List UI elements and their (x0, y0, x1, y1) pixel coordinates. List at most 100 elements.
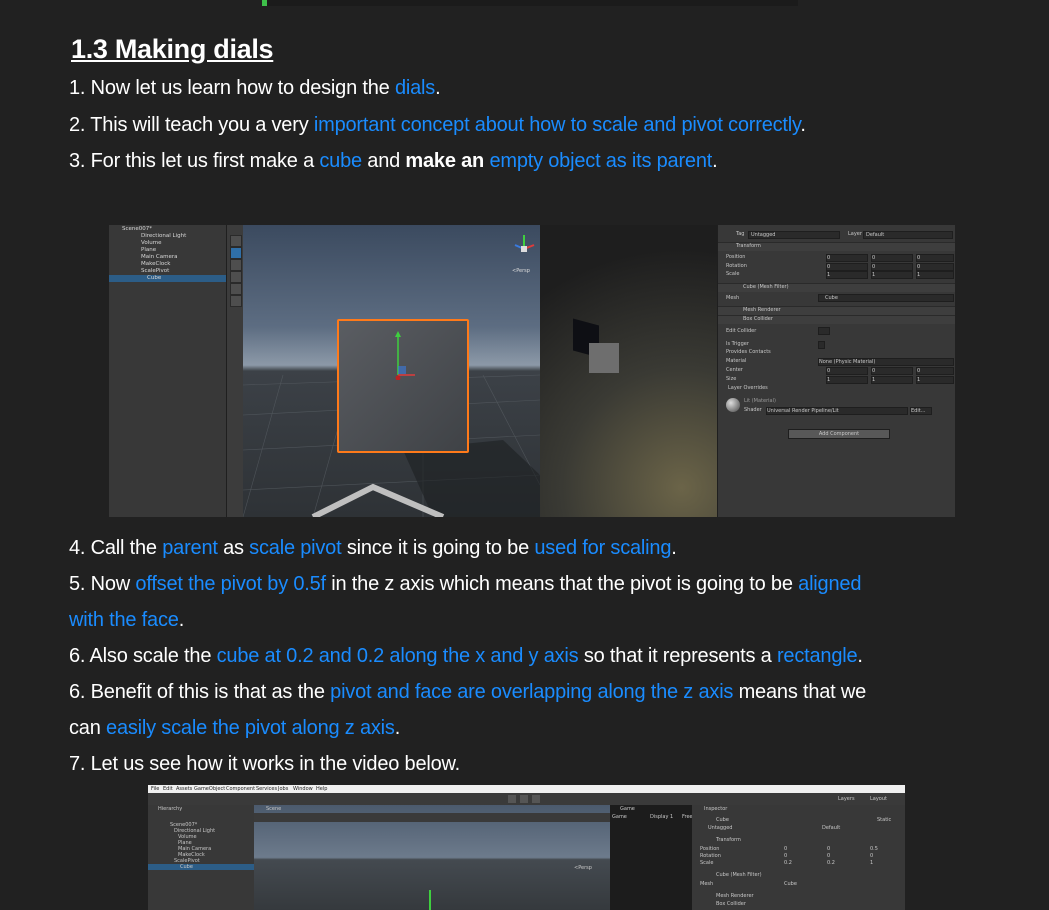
instruction-line-6: 6. Also scale the cube at 0.2 and 0.2 al… (69, 643, 863, 669)
display-dropdown[interactable]: Display 1 (650, 814, 673, 820)
scale-x-field[interactable]: 1 (826, 271, 868, 279)
move-gizmo-icon (429, 890, 431, 910)
instruction-line-5: 5. Now offset the pivot by 0.5f in the z… (69, 571, 861, 597)
highlighted-phrase: empty object as its parent (489, 150, 713, 172)
center-y-field[interactable]: 0 (871, 367, 913, 375)
mesh-field-2[interactable]: Cube (784, 881, 797, 887)
pause-button-icon[interactable] (520, 795, 528, 803)
transform-tool-icon (230, 295, 242, 307)
scale-tool-icon (230, 271, 242, 283)
previous-media-bottom-bar (262, 0, 798, 6)
highlighted-phrase: cube at 0.2 and 0.2 along the x and y ax… (216, 645, 579, 667)
rotation-y-field[interactable]: 0 (827, 853, 830, 859)
text-segment: 4. Call the (69, 537, 163, 559)
rotation-label: Rotation (726, 263, 747, 269)
position-x-field[interactable]: 0 (784, 846, 787, 852)
instruction-line-7: 6. Benefit of this is that as the pivot … (69, 679, 866, 705)
mesh-filter-header-2[interactable]: Cube (Mesh Filter) (716, 872, 762, 878)
hand-tool-icon (230, 235, 242, 247)
mesh-filter-header[interactable]: Cube (Mesh Filter) (718, 283, 955, 292)
hierarchy-tab[interactable]: Hierarchy (158, 806, 182, 812)
text-segment: 6. Also scale the (69, 645, 217, 667)
layer-dropdown[interactable]: Default (863, 231, 953, 239)
scale-z-field[interactable]: 1 (916, 271, 954, 279)
move-gizmo-icon (395, 331, 415, 380)
layers-dropdown[interactable]: Layers (838, 796, 855, 802)
center-z-field[interactable]: 0 (916, 367, 954, 375)
material-sphere-icon (726, 398, 740, 412)
game-dropdown[interactable]: Game (612, 814, 627, 820)
is-trigger-checkbox[interactable] (818, 341, 825, 349)
position-z-field[interactable]: 0.5 (870, 846, 878, 852)
scene-tab[interactable]: Scene (266, 806, 281, 812)
rotation-z-field[interactable]: 0 (916, 263, 954, 271)
text-segment: and (361, 150, 406, 172)
mesh-renderer-header-2[interactable]: Mesh Renderer (716, 893, 754, 899)
progress-indicator (262, 0, 267, 6)
menu-window: Window (293, 786, 313, 792)
size-y-field[interactable]: 1 (871, 376, 913, 384)
inspector-panel-2: Inspector Cube Static Untagged Default T… (692, 805, 905, 910)
text-segment: since it is going to be (341, 537, 535, 559)
scene-view-2: Scene <Persp (254, 805, 610, 910)
layout-dropdown[interactable]: Layout (870, 796, 887, 802)
menu-edit: Edit (163, 786, 173, 792)
scale-z-field[interactable]: 1 (870, 860, 873, 866)
rotation-z-field[interactable]: 0 (870, 853, 873, 859)
material-field[interactable]: None (Physic Material) (818, 358, 954, 366)
layer-overrides-label[interactable]: Layer Overrides (728, 385, 768, 392)
box-collider-header-2[interactable]: Box Collider (716, 901, 746, 907)
text-segment: 7. Let us see how it works in the video … (69, 753, 461, 775)
center-x-field[interactable]: 0 (826, 367, 868, 375)
shader-label: Shader (744, 407, 762, 413)
position-y-field[interactable]: 0 (871, 254, 913, 262)
text-segment: . (394, 717, 401, 739)
mesh-field[interactable]: Cube (818, 294, 954, 302)
orientation-gizmo-icon (514, 235, 535, 252)
game-tab[interactable]: Game (620, 806, 635, 812)
instruction-line-1: 1. Now let us learn how to design the di… (69, 75, 441, 101)
step-button-icon[interactable] (532, 795, 540, 803)
position-z-field[interactable]: 0 (916, 254, 954, 262)
mesh-renderer-header[interactable]: Mesh Renderer (718, 306, 955, 315)
tag-dropdown-2[interactable]: Untagged (708, 825, 732, 831)
play-button-icon[interactable] (508, 795, 516, 803)
instruction-line-4: 4. Call the parent as scale pivot since … (69, 535, 677, 561)
scale-x-field[interactable]: 0.2 (784, 860, 792, 866)
highlighted-phrase: parent (162, 537, 218, 559)
inspector-tab[interactable]: Inspector (704, 806, 727, 812)
highlighted-phrase: cube (319, 150, 362, 172)
transform-header[interactable]: Transform (718, 242, 955, 251)
menu-services: Services (256, 786, 278, 792)
size-z-field[interactable]: 1 (916, 376, 954, 384)
position-y-field[interactable]: 0 (827, 846, 830, 852)
unity-video-screenshot[interactable]: File Edit Assets GameObject Component Se… (148, 785, 905, 910)
hierarchy-item: Scene007* (122, 226, 153, 232)
object-name-field[interactable]: Cube (716, 817, 729, 823)
layer-dropdown-2[interactable]: Default (822, 825, 840, 831)
box-collider-header[interactable]: Box Collider (718, 315, 955, 324)
text-segment: 1. Now let us learn how to design the (69, 77, 395, 99)
edit-shader-button[interactable]: Edit... (910, 407, 932, 415)
size-x-field[interactable]: 1 (826, 376, 868, 384)
text-segment: . (671, 537, 677, 559)
highlighted-phrase: scale pivot (249, 537, 342, 559)
scale-y-field[interactable]: 0.2 (827, 860, 835, 866)
text-segment: in the z axis which means that the pivot… (325, 573, 799, 595)
rotation-x-field[interactable]: 0 (784, 853, 787, 859)
position-x-field[interactable]: 0 (826, 254, 868, 262)
text-segment: 2. This will teach you a very (69, 114, 314, 136)
rotation-y-field[interactable]: 0 (871, 263, 913, 271)
text-segment: . (435, 77, 441, 99)
tag-dropdown[interactable]: Untagged (748, 231, 840, 239)
transform-header-2[interactable]: Transform (716, 837, 741, 843)
highlighted-phrase: offset the pivot by 0.5f (135, 573, 326, 595)
edit-collider-button[interactable] (818, 327, 830, 335)
rotation-x-field[interactable]: 0 (826, 263, 868, 271)
shader-dropdown[interactable]: Universal Render Pipeline/Lit (766, 407, 908, 415)
highlighted-phrase: aligned (798, 573, 862, 595)
position-label-2: Position (700, 846, 720, 852)
scale-y-field[interactable]: 1 (871, 271, 913, 279)
static-toggle[interactable]: Static (877, 817, 891, 823)
add-component-button[interactable]: Add Component (788, 429, 890, 439)
